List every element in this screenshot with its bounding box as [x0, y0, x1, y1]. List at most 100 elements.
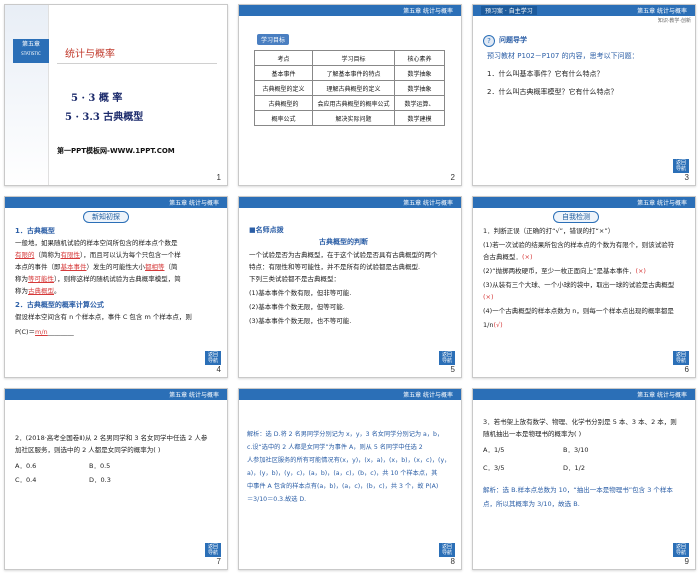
concept-line: 称为等可能性），则称这样的随机试验为古典概率模型，简 — [15, 275, 181, 283]
table-row: 古典概型的 会应用古典概型的概率公式 数学运算、 — [254, 95, 445, 111]
solution-line: 点，所以其概率为 3/10，故选 B. — [483, 500, 580, 508]
table-cell: 了解基本事件的特点 — [312, 65, 395, 81]
option-a[interactable]: A．1/5 — [483, 445, 504, 456]
tips-line: 特点：有限性和等可能性，并不是所有的试验都是古典概型. — [249, 263, 421, 271]
table-cell: 古典概型的 — [254, 95, 313, 111]
slide-grid: 第五章 STATISTIC 统计与概率 5 · 3 概 率 5 · 3.3 古典… — [4, 4, 696, 573]
check-line: (4)一个古典概型的样本点数为 n，则每一个样本点出现的概率都是 — [483, 307, 674, 315]
back-nav-button[interactable]: 返回 导航 — [439, 351, 455, 365]
back-nav-button[interactable]: 返回 导航 — [673, 351, 689, 365]
back-nav-button[interactable]: 返回 导航 — [673, 159, 689, 173]
table-header-cell: 学习目标 — [312, 50, 395, 66]
slide-header-bar: 第五章 统计与概率 — [473, 197, 695, 208]
back-nav-button[interactable]: 返回 导航 — [673, 543, 689, 557]
tips-line: (1)基本事件个数有限，但非等可能. — [249, 289, 352, 297]
slide-5[interactable]: 第五章 统计与概率 ■名师点拨 古典概型的判断 一个试验是否为古典概型，在于这个… — [238, 196, 462, 378]
concept-line: 一般地，如果随机试验的样本空间所包含的样本点个数是 — [15, 239, 178, 247]
check-line: 1．判断正误（正确的打“√”，错误的打“×”） — [483, 227, 615, 235]
table-cell: 会应用古典概型的概率公式 — [312, 95, 395, 111]
tips-title: 古典概型的判断 — [319, 238, 368, 246]
table-header-cell: 考点 — [254, 50, 313, 66]
tips-line: (2)基本事件个数无限，但等可能. — [249, 303, 345, 311]
chapter-badge: 第五章 STATISTIC — [13, 39, 49, 63]
slide-number: 6 — [684, 365, 689, 374]
slide-header-bar: 第五章 统计与概率 — [239, 197, 461, 208]
back-nav-button[interactable]: 返回 导航 — [205, 543, 221, 557]
header-chapter-label: 第五章 统计与概率 — [403, 200, 453, 207]
slide-9[interactable]: 第五章 统计与概率 3．若书架上放有数学、物理、化学书分别是 5 本、3 本、2… — [472, 388, 696, 570]
slide-number: 1 — [216, 173, 221, 182]
question-2: 2．什么叫古典概率模型？它有什么特点？ — [487, 88, 618, 96]
concept-line: 假设样本空间含有 n 个样本点，事件 C 包含 m 个样本点，则 — [15, 313, 192, 321]
self-check-pill: 自我检测 — [553, 211, 599, 223]
check-line: 合古典概型．(×) — [483, 253, 533, 261]
preview-intro: 预习教材 P102－P107 的内容，思考以下问题： — [487, 52, 639, 60]
section-heading-1: 5 · 3 概 率 — [71, 93, 123, 104]
question-icon: ? — [483, 35, 495, 47]
goals-table: 考点 学习目标 核心素养 基本事件 了解基本事件的特点 数学抽象 古典概型的定义… — [254, 50, 445, 126]
slide-6[interactable]: 第五章 统计与概率 自我检测 1．判断正误（正确的打“√”，错误的打“×”） (… — [472, 196, 696, 378]
option-c[interactable]: C．3/5 — [483, 463, 505, 474]
check-line: (1)若一次试验的结果所包含的样本点的个数为有限个，则该试验符 — [483, 241, 675, 249]
question-stem: 3．若书架上放有数学、物理、化学书分别是 5 本、3 本、2 本，则 — [483, 418, 677, 426]
solution-line: ＝3/10＝0.3.故选 D. — [247, 496, 307, 503]
slide-number: 4 — [216, 365, 221, 374]
header-chapter-label: 第五章 统计与概率 — [169, 200, 219, 207]
slide-header-bar: 预习案 · 自主学习 第五章 统计与概率 — [473, 5, 695, 16]
slide-8[interactable]: 第五章 统计与概率 解析：选 D.将 2 名男同学分别记为 x，y，3 名女同学… — [238, 388, 462, 570]
option-d[interactable]: D．1/2 — [563, 463, 585, 474]
check-line: (3)从装有三个大球、一个小球的袋中，取出一球的试验是古典概型 — [483, 281, 675, 289]
chapter-badge-label: 第五章 — [21, 41, 40, 48]
option-a[interactable]: A．0.6 — [15, 461, 36, 472]
option-d[interactable]: D．0.3 — [89, 475, 111, 486]
concept-line: 有限的（简称为有限性），而且可以认为每个只包含一个样 — [15, 251, 181, 259]
option-b[interactable]: B．3/10 — [563, 445, 589, 456]
table-header-row: 考点 学习目标 核心素养 — [254, 50, 445, 66]
slide-header-bar: 第五章 统计与概率 — [5, 197, 227, 208]
table-cell: 数学抽象 — [394, 65, 445, 81]
learning-goal-tag: 学习目标 — [257, 34, 290, 45]
preview-tab: 预习案 · 自主学习 — [481, 6, 537, 15]
table-cell: 概率公式 — [254, 110, 313, 126]
table-header-cell: 核心素养 — [394, 50, 445, 66]
table-cell: 理解古典概型的定义 — [312, 80, 395, 96]
check-line: (2)“抛掷两枚硬币，至少一枚正面向上”是基本事件．(×) — [483, 267, 646, 275]
header-chapter-label: 第五章 统计与概率 — [169, 392, 219, 399]
header-chapter-label: 第五章 统计与概率 — [637, 200, 687, 207]
slide-number: 9 — [684, 557, 689, 566]
table-cell: 数学运算、 — [394, 95, 445, 111]
table-row: 基本事件 了解基本事件的特点 数学抽象 — [254, 65, 445, 81]
slide-number: 2 — [450, 173, 455, 182]
tips-line: (3)基本事件个数无限，也不等可能. — [249, 317, 352, 325]
slide-header-bar: 第五章 统计与概率 — [239, 389, 461, 400]
question-stem: 2．(2018·高考全国卷Ⅱ)从 2 名男同学和 3 名女同学中任选 2 人参 — [15, 434, 208, 442]
question-1: 1．什么叫基本事件？它有什么特点？ — [487, 70, 604, 78]
question-stem: 随机抽出一本是物理书的概率为( ) — [483, 430, 582, 438]
header-chapter-label: 第五章 统计与概率 — [637, 8, 687, 15]
header-chapter-label: 第五章 统计与概率 — [637, 392, 687, 399]
slide-1-title: 统计与概率 — [65, 49, 115, 60]
slide-number: 3 — [684, 173, 689, 182]
slide-7[interactable]: 第五章 统计与概率 2．(2018·高考全国卷Ⅱ)从 2 名男同学和 3 名女同… — [4, 388, 228, 570]
option-b[interactable]: B．0.5 — [89, 461, 110, 472]
slide-header-bar: 第五章 统计与概率 — [473, 389, 695, 400]
slide-3[interactable]: 预习案 · 自主学习 第五章 统计与概率 知识·教学·创新 ? 问题导学 预习教… — [472, 4, 696, 186]
option-c[interactable]: C．0.4 — [15, 475, 36, 486]
slide-header-bar: 第五章 统计与概率 — [5, 389, 227, 400]
slide-number: 8 — [450, 557, 455, 566]
slide-2[interactable]: 第五章 统计与概率 学习目标 考点 学习目标 核心素养 基本事件 了解基本事件的… — [238, 4, 462, 186]
solution-line: a)，(y，b)，(y，c)，(a，b)，(a，c)，(b，c)，共 10 个样… — [247, 470, 438, 477]
table-cell: 数学抽象 — [394, 80, 445, 96]
title-divider — [57, 63, 217, 64]
slide-number: 5 — [450, 365, 455, 374]
check-answer: (×) — [483, 293, 494, 301]
section-heading-2: 5 · 3.3 古典概型 — [65, 112, 144, 123]
back-nav-button[interactable]: 返回 导航 — [439, 543, 455, 557]
slide-number: 7 — [216, 557, 221, 566]
back-nav-button[interactable]: 返回 导航 — [205, 351, 221, 365]
table-row: 古典概型的定义 理解古典概型的定义 数学抽象 — [254, 80, 445, 96]
slide-4[interactable]: 第五章 统计与概率 新知初探 1．古典概型 一般地，如果随机试验的样本空间所包含… — [4, 196, 228, 378]
concept-heading-1: 1．古典概型 — [15, 227, 55, 235]
table-row: 概率公式 解决实际问题 数学建模 — [254, 110, 445, 126]
slide-1[interactable]: 第五章 STATISTIC 统计与概率 5 · 3 概 率 5 · 3.3 古典… — [4, 4, 228, 186]
